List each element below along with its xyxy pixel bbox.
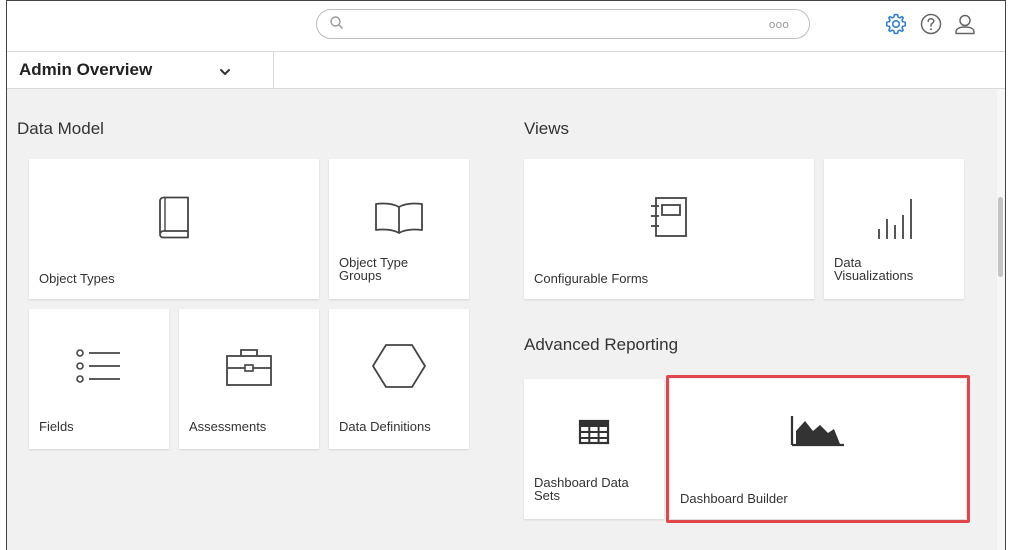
tile-label-line2: Groups (339, 268, 382, 283)
help-icon[interactable] (919, 12, 945, 38)
list-icon (29, 349, 169, 383)
hexagon-icon (329, 343, 469, 389)
bar-chart-icon (824, 195, 964, 241)
user-icon[interactable] (953, 12, 979, 38)
scrollbar[interactable] (997, 89, 1005, 550)
form-icon (524, 195, 814, 239)
more-options-icon[interactable]: ooo (769, 18, 789, 31)
app-window: ooo Admin Overview Data Model Views Adva… (6, 0, 1006, 550)
tile-object-types[interactable]: Object Types (29, 159, 319, 299)
view-nav: Admin Overview (7, 51, 1005, 89)
overview-content: Data Model Views Advanced Reporting Obje… (7, 89, 999, 550)
tile-label: Configurable Forms (534, 271, 649, 286)
view-selector-dropdown[interactable]: Admin Overview (7, 52, 274, 88)
table-grid-icon (524, 419, 664, 445)
tile-fields[interactable]: Fields (29, 309, 169, 449)
search-bar[interactable]: ooo (316, 9, 810, 39)
section-title-advanced-reporting: Advanced Reporting (524, 335, 679, 354)
section-title-views: Views (524, 119, 570, 138)
chevron-down-icon (219, 64, 231, 82)
highlight-box (666, 375, 970, 523)
tile-label-line2: Visualizations (834, 268, 914, 283)
tile-label-line2: Sets (534, 488, 561, 503)
tile-label: Assessments (189, 419, 267, 434)
tile-label: Object Types (39, 271, 115, 286)
scrollbar-thumb[interactable] (998, 197, 1003, 277)
tile-data-definitions[interactable]: Data Definitions (329, 309, 469, 449)
briefcase-icon (179, 347, 319, 387)
tile-configurable-forms[interactable]: Configurable Forms (524, 159, 814, 299)
tile-label: Data Definitions (339, 419, 431, 434)
top-bar: ooo (7, 1, 1005, 51)
section-title-data-model: Data Model (17, 119, 104, 138)
tile-object-type-groups[interactable]: Object Type Groups (329, 159, 469, 299)
tile-data-visualizations[interactable]: Data Visualizations (824, 159, 964, 299)
search-input[interactable] (351, 14, 735, 36)
tile-assessments[interactable]: Assessments (179, 309, 319, 449)
view-selector-label: Admin Overview (19, 60, 153, 79)
open-book-icon (329, 201, 469, 235)
search-icon (329, 15, 345, 36)
gear-icon[interactable] (884, 12, 910, 38)
book-icon (29, 195, 319, 239)
tile-label: Fields (39, 419, 74, 434)
tile-dashboard-data-sets[interactable]: Dashboard Data Sets (524, 379, 664, 519)
